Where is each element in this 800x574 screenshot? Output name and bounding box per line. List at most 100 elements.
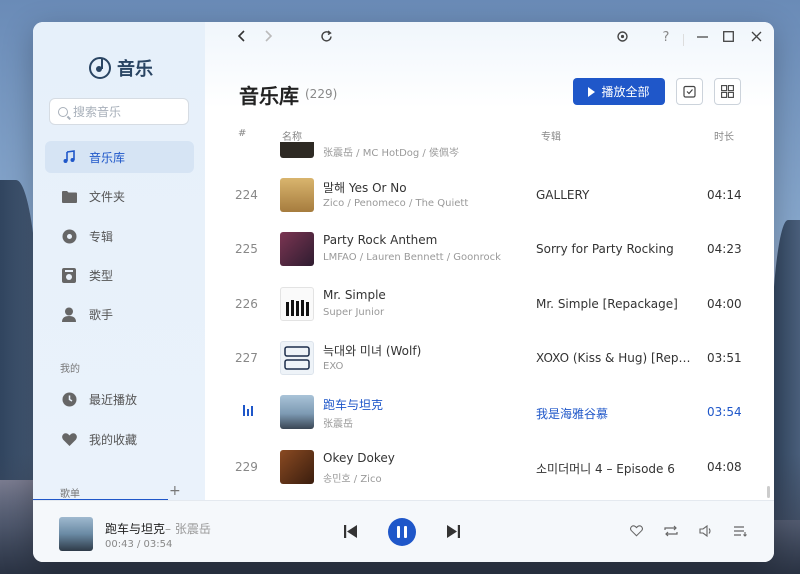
volume-icon[interactable] xyxy=(699,524,713,540)
play-icon xyxy=(588,86,596,97)
playlist-queue-icon[interactable] xyxy=(734,525,748,540)
sidebar-item-folder[interactable]: 文件夹 xyxy=(45,180,194,212)
track-number: 229 xyxy=(235,460,258,474)
table-row[interactable]: 225 Party Rock Anthem LMFAO / Lauren Ben… xyxy=(205,223,774,277)
column-header-duration[interactable]: 时长 xyxy=(714,128,734,143)
table-row[interactable]: 张震岳 / MC HotDog / 侯佩岑 xyxy=(205,142,774,169)
music-logo-icon xyxy=(89,57,111,79)
track-artist: Zico / Penomeco / The Quiett xyxy=(323,198,469,209)
sidebar-item-genre[interactable]: 类型 xyxy=(45,259,194,291)
track-artist: Super Junior xyxy=(323,307,385,318)
help-icon[interactable]: ? xyxy=(657,30,675,45)
column-header-name[interactable]: 名称 xyxy=(282,128,302,143)
search-input[interactable] xyxy=(73,104,173,119)
column-header-num: # xyxy=(238,128,247,139)
checklist-icon xyxy=(683,85,696,98)
table-row[interactable]: 227 늑대와 미녀 (Wolf) EXO XOXO (Kiss & Hug) … xyxy=(205,332,774,386)
album-cover xyxy=(280,395,314,429)
search-box[interactable] xyxy=(49,98,189,125)
now-playing-cover[interactable] xyxy=(59,517,93,551)
track-title: Okey Dokey xyxy=(323,451,395,465)
view-toggle-button[interactable] xyxy=(714,78,741,105)
play-all-label: 播放全部 xyxy=(601,85,650,99)
track-artist: EXO xyxy=(323,361,344,372)
favorite-icon[interactable] xyxy=(630,525,643,540)
pause-button[interactable] xyxy=(388,518,416,546)
maximize-icon[interactable] xyxy=(719,30,737,46)
track-duration: 03:54 xyxy=(707,405,742,419)
album-cover xyxy=(280,450,314,484)
sidebar-item-label: 音乐库 xyxy=(89,150,126,165)
folder-icon xyxy=(61,188,77,204)
sidebar-item-album[interactable]: 专辑 xyxy=(45,220,194,252)
track-number: 226 xyxy=(235,297,258,311)
forward-icon[interactable] xyxy=(259,30,277,46)
close-icon[interactable] xyxy=(747,30,765,46)
heart-icon xyxy=(61,431,77,447)
track-title: 늑대와 미녀 (Wolf) xyxy=(323,344,422,358)
track-artist: 张震岳 xyxy=(323,419,353,430)
track-number: 224 xyxy=(235,188,258,202)
track-album: Sorry for Party Rocking xyxy=(536,242,674,256)
sidebar-item-label: 歌手 xyxy=(89,307,114,322)
sidebar-item-label: 我的收藏 xyxy=(89,432,138,447)
sidebar-item-artist[interactable]: 歌手 xyxy=(45,298,194,330)
track-artist: 张震岳 / MC HotDog / 侯佩岑 xyxy=(323,148,459,159)
album-cover xyxy=(280,341,314,375)
refresh-icon[interactable] xyxy=(317,30,335,47)
toolbar-divider xyxy=(683,34,684,46)
track-artist: LMFAO / Lauren Bennett / Goonrock xyxy=(323,252,501,263)
now-playing-artist: – 张震岳 xyxy=(165,522,211,536)
play-all-button[interactable]: 播放全部 xyxy=(573,78,665,105)
track-album: Mr. Simple [Repackage] xyxy=(536,297,678,311)
sidebar-item-library[interactable]: 音乐库 xyxy=(45,141,194,173)
track-album[interactable]: 我是海雅谷慕 xyxy=(536,405,691,422)
sidebar-item-label: 专辑 xyxy=(89,229,114,244)
minimize-icon[interactable] xyxy=(693,30,711,46)
section-label-playlists: 歌单 xyxy=(60,489,80,500)
sidebar: 音乐 音乐库 文件夹 专辑 类型 xyxy=(33,22,205,502)
album-cover xyxy=(280,232,314,266)
track-number: 225 xyxy=(235,242,258,256)
track-title: Mr. Simple xyxy=(323,288,386,302)
next-track-icon[interactable] xyxy=(446,525,460,542)
select-button[interactable] xyxy=(676,78,703,105)
table-row-now-playing[interactable]: 跑车与坦克 张震岳 我是海雅谷慕 03:54 xyxy=(205,386,774,440)
album-cover xyxy=(280,178,314,212)
sidebar-item-label: 最近播放 xyxy=(89,392,138,407)
sidebar-item-label: 文件夹 xyxy=(89,189,126,204)
settings-icon[interactable] xyxy=(613,30,631,47)
player-bar: 跑车与坦克 – 张震岳 00:43 / 03:54 xyxy=(33,500,774,562)
main-panel: ? 音乐库 (229) 播放全部 # 名称 专辑 时长 张震岳 / MC Hot… xyxy=(205,22,774,500)
genre-icon xyxy=(61,267,77,283)
column-header-album[interactable]: 专辑 xyxy=(541,128,561,143)
album-cover xyxy=(280,142,314,158)
page-title: 音乐库 xyxy=(239,84,299,108)
track-title: 말해 Yes Or No xyxy=(323,181,407,195)
sidebar-item-recent[interactable]: 最近播放 xyxy=(45,383,194,415)
now-playing-icon xyxy=(243,405,253,416)
scrollbar-thumb[interactable] xyxy=(767,486,770,498)
add-playlist-button[interactable]: + xyxy=(169,483,181,499)
track-album: GALLERY xyxy=(536,188,590,202)
pause-icon-bar xyxy=(397,526,400,538)
track-artist: 송민호 / Zico xyxy=(323,474,382,485)
table-row[interactable]: 224 말해 Yes Or No Zico / Penomeco / The Q… xyxy=(205,169,774,223)
table-row[interactable]: 226 Mr. Simple Super Junior Mr. Simple [… xyxy=(205,278,774,332)
track-list: 张震岳 / MC HotDog / 侯佩岑 224 말해 Yes Or No Z… xyxy=(205,142,774,500)
back-icon[interactable] xyxy=(233,30,251,46)
track-album: 소미더머니 4 – Episode 6 xyxy=(536,462,675,476)
repeat-icon[interactable] xyxy=(664,525,678,540)
top-bar: ? xyxy=(205,22,774,56)
music-note-icon xyxy=(61,149,77,165)
playback-time: 00:43 / 03:54 xyxy=(105,539,173,550)
grid-view-icon xyxy=(721,85,734,98)
sidebar-item-favorites[interactable]: 我的收藏 xyxy=(45,423,194,455)
track-album: XOXO (Kiss & Hug) [Repa... xyxy=(536,351,691,365)
track-duration: 04:23 xyxy=(707,242,742,256)
previous-track-icon[interactable] xyxy=(344,525,358,542)
pause-icon-bar xyxy=(404,526,407,538)
album-cover xyxy=(280,287,314,321)
table-row[interactable]: 229 Okey Dokey 송민호 / Zico 소미더머니 4 – Epis… xyxy=(205,441,774,495)
app-name: 音乐 xyxy=(117,59,153,80)
